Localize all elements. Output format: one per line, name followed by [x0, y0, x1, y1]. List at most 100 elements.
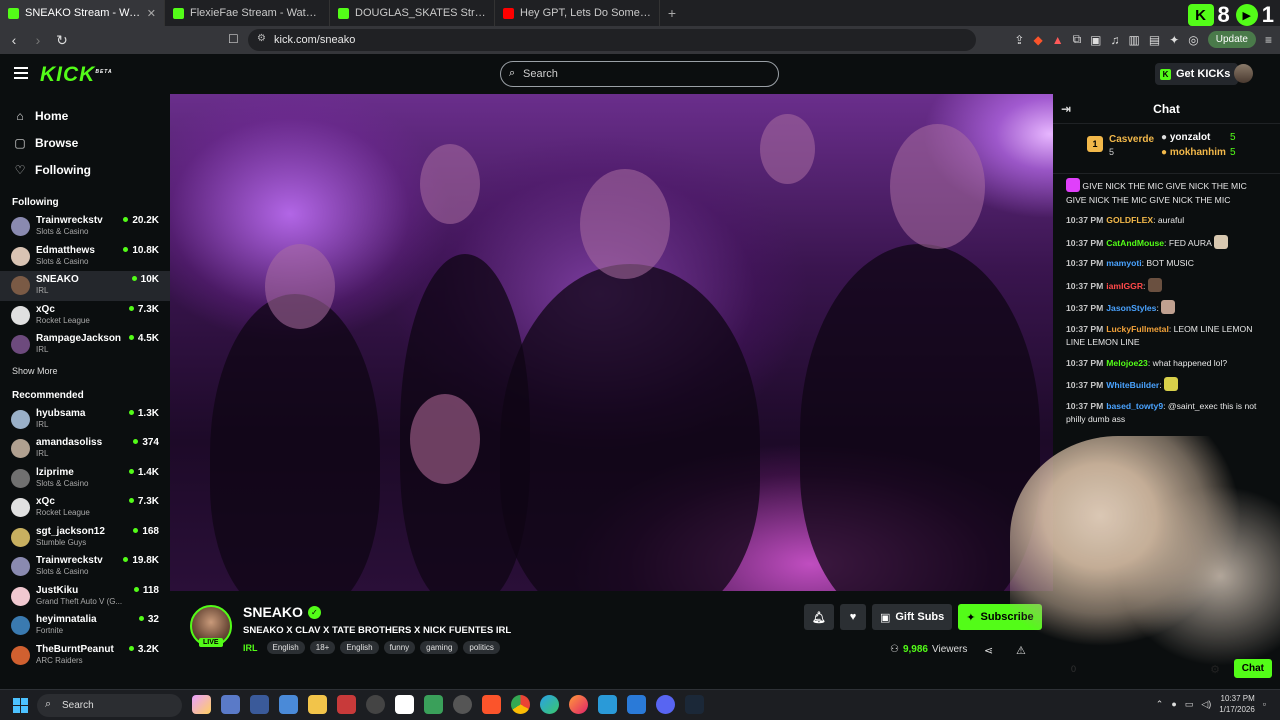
gift-subs-button[interactable]: ▣ Gift Subs: [871, 604, 953, 630]
file-explorer-icon[interactable]: [308, 695, 327, 714]
channel-item[interactable]: heyimnatalia Fortnite 32: [0, 611, 170, 641]
menu-icon[interactable]: [14, 67, 28, 82]
windows-start-icon[interactable]: [13, 698, 28, 713]
channel-item[interactable]: TheBurntPeanut ARC Raiders 3.2K: [0, 641, 170, 671]
channel-item[interactable]: Trainwreckstv Slots & Casino 20.2K: [0, 212, 170, 242]
close-tab-icon[interactable]: ✕: [147, 7, 156, 20]
clock[interactable]: 10:37 PM 1/17/2026: [1219, 693, 1255, 715]
app-icon[interactable]: [221, 695, 240, 714]
notification-bell-button[interactable]: 🔔︎: [804, 604, 834, 630]
channel-item[interactable]: lziprime Slots & Casino 1.4K: [0, 464, 170, 494]
discord-icon[interactable]: [656, 695, 675, 714]
reload-icon[interactable]: ↻: [52, 32, 72, 49]
firefox-icon[interactable]: [569, 695, 588, 714]
notification-icon[interactable]: ▫: [1263, 699, 1266, 709]
channel-item[interactable]: SNEAKO IRL 10K: [0, 271, 170, 301]
browser-tab[interactable]: SNEAKO Stream - Watch Live ✕: [0, 0, 165, 26]
sidebar-icon[interactable]: ▥: [1129, 33, 1140, 47]
message-username[interactable]: Melojoe23: [1106, 358, 1148, 368]
taskbar-search-input[interactable]: ⌕ Search: [37, 694, 182, 717]
nav-following[interactable]: ♡ Following: [0, 156, 170, 183]
message-username[interactable]: CatAndMouse: [1106, 238, 1164, 248]
screenshot-icon[interactable]: ▤: [1149, 33, 1160, 47]
message-username[interactable]: iamIGGR: [1106, 281, 1143, 291]
site-info-icon[interactable]: ⚙: [257, 33, 266, 44]
tag[interactable]: English: [266, 641, 305, 654]
app-icon[interactable]: [366, 695, 385, 714]
volume-icon[interactable]: ◁): [1201, 699, 1211, 710]
vscode-icon[interactable]: [627, 695, 646, 714]
mic-icon[interactable]: ●: [1171, 699, 1176, 709]
channel-item[interactable]: xQc Rocket League 7.3K: [0, 301, 170, 331]
kick-logo[interactable]: KICKBETA: [40, 63, 113, 87]
forward-icon[interactable]: ›: [28, 32, 48, 48]
share-icon[interactable]: ⋖: [984, 644, 993, 657]
channel-item[interactable]: RampageJackson IRL 4.5K: [0, 330, 170, 360]
search-input[interactable]: ⌕ Search: [500, 61, 779, 87]
video-player[interactable]: [170, 94, 1053, 591]
url-field[interactable]: ⚙ kick.com/sneako: [248, 29, 976, 51]
network-icon[interactable]: ▭: [1185, 699, 1194, 710]
app-icon[interactable]: [395, 695, 414, 714]
tag[interactable]: gaming: [420, 641, 459, 654]
vpn-icon[interactable]: ◎: [1188, 33, 1198, 47]
channel-item[interactable]: hyubsama IRL 1.3K: [0, 405, 170, 435]
message-username[interactable]: WhiteBuilder: [1106, 380, 1159, 390]
music-icon[interactable]: ♫: [1111, 33, 1120, 47]
tag[interactable]: politics: [463, 641, 500, 654]
channel-item[interactable]: amandasoliss IRL 374: [0, 434, 170, 464]
get-kicks-button[interactable]: K Get KICKs: [1155, 63, 1239, 85]
brave-shield-icon[interactable]: ◆: [1033, 33, 1042, 47]
message-username[interactable]: mamyoti: [1106, 258, 1141, 268]
app-icon[interactable]: [279, 695, 298, 714]
app-icon[interactable]: [453, 695, 472, 714]
bookmark-icon[interactable]: ☐: [228, 32, 239, 46]
follow-button[interactable]: ♥: [839, 604, 866, 630]
chevron-up-icon[interactable]: ⌃: [1156, 699, 1164, 710]
settings-gear-icon[interactable]: ⚙: [1210, 663, 1220, 676]
edge-icon[interactable]: [540, 695, 559, 714]
steam-icon[interactable]: [685, 695, 704, 714]
channel-item[interactable]: sgt_jackson12 Stumble Guys 168: [0, 523, 170, 553]
menu-icon[interactable]: ≡: [1265, 33, 1272, 47]
message-username[interactable]: JasonStyles: [1106, 303, 1156, 313]
channel-item[interactable]: Edmatthews Slots & Casino 10.8K: [0, 242, 170, 272]
browser-tab[interactable]: Hey GPT, Lets Do Some Riddles - YouTube: [495, 0, 660, 26]
brave-icon[interactable]: [482, 695, 501, 714]
nav-home[interactable]: ⌂ Home: [0, 102, 170, 129]
tag[interactable]: English: [340, 641, 379, 654]
share-icon[interactable]: ⇪: [1014, 33, 1024, 47]
channel-item[interactable]: JustKiku Grand Theft Auto V (G... 118: [0, 582, 170, 612]
chrome-icon[interactable]: [511, 695, 530, 714]
message-username[interactable]: based_towty9: [1106, 401, 1163, 411]
update-button[interactable]: Update: [1207, 31, 1256, 48]
gifter[interactable]: ● yonzalot: [1161, 132, 1210, 143]
show-more-link[interactable]: Show More: [0, 366, 170, 376]
collapse-chat-icon[interactable]: ⇥: [1061, 102, 1071, 116]
streamer-name[interactable]: SNEAKO ✓: [243, 604, 321, 620]
widgets-icon[interactable]: [192, 695, 211, 714]
channel-item[interactable]: Trainwreckstv Slots & Casino 19.8K: [0, 552, 170, 582]
leo-icon[interactable]: ✦: [1169, 33, 1179, 47]
message-username[interactable]: GOLDFLEX: [1106, 215, 1153, 225]
app-icon[interactable]: [250, 695, 269, 714]
rewards-icon[interactable]: ▲: [1052, 33, 1064, 47]
channel-item[interactable]: xQc Rocket League 7.3K: [0, 493, 170, 523]
new-tab-button[interactable]: +: [660, 5, 684, 21]
app-icon[interactable]: [424, 695, 443, 714]
browser-tab[interactable]: FlexieFae Stream - Watch Live on Kick: [165, 0, 330, 26]
app-icon[interactable]: [598, 695, 617, 714]
nav-browse[interactable]: ▢ Browse: [0, 129, 170, 156]
top-gifter[interactable]: Casverde 5: [1109, 134, 1154, 157]
wallet-icon[interactable]: ▣: [1090, 33, 1101, 47]
back-icon[interactable]: ‹: [4, 32, 24, 48]
gifter[interactable]: ● mokhanhim: [1161, 147, 1226, 158]
tag[interactable]: 18+: [309, 641, 336, 654]
send-chat-button[interactable]: Chat: [1233, 659, 1272, 678]
category-link[interactable]: IRL: [243, 643, 258, 653]
extensions-icon[interactable]: ⧉: [1073, 32, 1082, 47]
user-avatar[interactable]: [1234, 64, 1253, 83]
message-username[interactable]: LuckyFullmetal: [1106, 324, 1169, 334]
browser-tab[interactable]: DOUGLAS_SKATES Stream - Watch Live: [330, 0, 495, 26]
app-icon[interactable]: [337, 695, 356, 714]
